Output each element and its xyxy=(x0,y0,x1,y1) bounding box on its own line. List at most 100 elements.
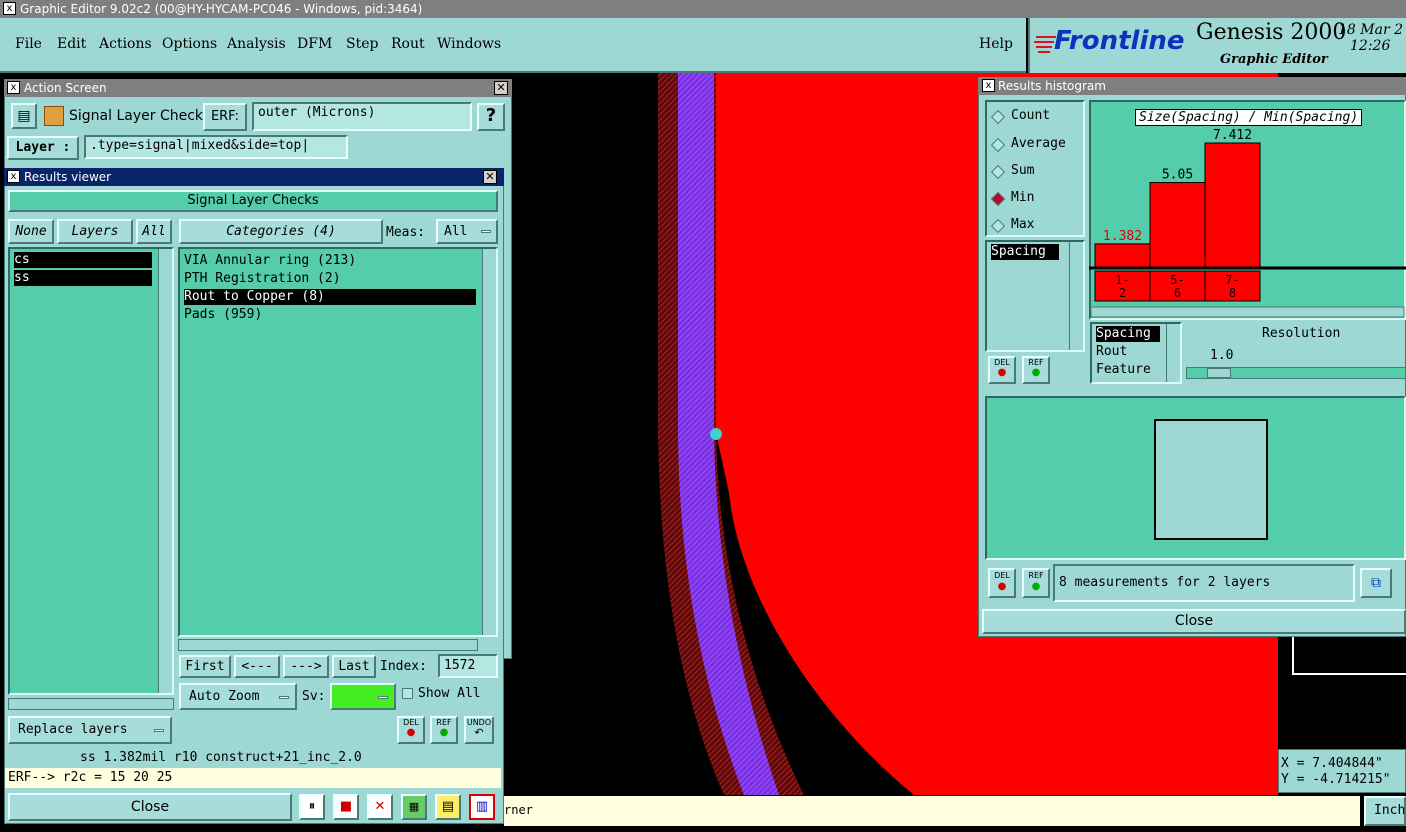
meas-select[interactable]: All xyxy=(436,219,498,244)
layer-filter-field[interactable]: .type=signal|mixed&side=top| xyxy=(84,135,348,159)
index-field[interactable]: 1572 xyxy=(438,654,498,678)
show-all-label: Show All xyxy=(418,686,481,701)
list-icon[interactable]: ▤ xyxy=(11,103,37,129)
next-button[interactable]: ---> xyxy=(283,655,329,678)
index-label: Index: xyxy=(380,659,427,674)
replace-layers-select[interactable]: Replace layers xyxy=(8,716,172,744)
sv-label: Sv: xyxy=(302,689,326,704)
menu-dfm[interactable]: DFM xyxy=(297,36,332,52)
menu-analysis[interactable]: Analysis xyxy=(227,36,286,52)
results-viewer-icon: x xyxy=(7,170,20,183)
del-button[interactable]: DEL ● xyxy=(397,716,425,744)
histogram-list-scrollbar[interactable] xyxy=(1069,242,1083,350)
categories-list[interactable]: VIA Annular ring (213) PTH Registration … xyxy=(178,247,498,637)
list-item[interactable]: Rout xyxy=(1096,344,1160,360)
histogram-preview xyxy=(985,396,1406,560)
app-title-bar: Graphic Editor 9.02c2 (00@HY-HYCAM-PC046… xyxy=(0,0,1406,18)
results-viewer-close-icon[interactable]: ✕ xyxy=(483,170,497,184)
histogram-window-icon: x xyxy=(982,79,995,92)
list-item[interactable]: Rout to Copper (8) xyxy=(184,289,476,305)
action-screen-title-bar: Action Screen xyxy=(4,79,512,97)
categories-hscrollbar[interactable] xyxy=(178,639,478,651)
mode-label[interactable]: Sum xyxy=(1011,163,1034,178)
list-item[interactable]: Spacing xyxy=(1096,326,1160,342)
mode-radio[interactable] xyxy=(990,109,1006,125)
mode-radio[interactable] xyxy=(990,137,1006,153)
menu-actions[interactable]: Actions xyxy=(99,36,152,52)
menu-rout[interactable]: Rout xyxy=(391,36,425,52)
list-item[interactable]: PTH Registration (2) xyxy=(184,271,476,287)
hist-del-button[interactable]: DEL ● xyxy=(988,356,1016,384)
results-header: Signal Layer Checks xyxy=(8,190,498,212)
menu-edit[interactable]: Edit xyxy=(57,36,86,52)
layers-button[interactable]: Layers xyxy=(57,219,133,244)
mode-radio[interactable] xyxy=(990,218,1006,234)
menu-step[interactable]: Step xyxy=(346,36,378,52)
last-button[interactable]: Last xyxy=(332,655,376,678)
list-item[interactable]: ss xyxy=(14,270,152,286)
first-button[interactable]: First xyxy=(179,655,231,678)
menu-windows[interactable]: Windows xyxy=(437,36,501,52)
sv-color-select[interactable] xyxy=(330,683,396,710)
hist-ref-button[interactable]: REF ● xyxy=(1022,356,1050,384)
ref-button[interactable]: REF ● xyxy=(430,716,458,744)
results-viewer-title: Results viewer xyxy=(24,170,112,184)
resolution-slider[interactable] xyxy=(1186,367,1406,379)
action-screen-close-button[interactable]: ✕ xyxy=(494,81,508,95)
list-item[interactable]: Feature xyxy=(1096,362,1160,378)
sub-list-scrollbar[interactable] xyxy=(1166,324,1180,382)
hist-del-button-2[interactable]: DEL ● xyxy=(988,568,1016,598)
mode-label[interactable]: Min xyxy=(1011,190,1034,205)
sub-list[interactable]: Spacing Rout Feature xyxy=(1090,322,1182,384)
product-name: Genesis 2000 xyxy=(1196,20,1347,45)
erf-line: ERF--> r2c = 15 20 25 xyxy=(5,768,501,788)
help-button[interactable]: ? xyxy=(477,103,505,131)
export-icon[interactable]: ⧉ xyxy=(1360,568,1392,598)
mode-radio-selected[interactable] xyxy=(990,191,1006,207)
histogram-layer-list[interactable]: Spacing xyxy=(985,240,1085,352)
category-tick-label: 8 xyxy=(1229,286,1236,300)
toolbar-icon-2[interactable]: ■ xyxy=(333,794,359,820)
auto-zoom-select[interactable]: Auto Zoom xyxy=(179,683,297,710)
slider-thumb[interactable] xyxy=(1207,368,1231,378)
histogram-bar[interactable] xyxy=(1204,142,1261,268)
erf-field[interactable]: outer (Microns) xyxy=(252,102,472,131)
list-item[interactable]: Pads (959) xyxy=(184,307,476,323)
list-item[interactable]: Spacing xyxy=(991,244,1059,260)
histogram-bar[interactable] xyxy=(1149,182,1206,268)
menu-file[interactable]: File xyxy=(15,36,42,52)
toolbar-icon-1[interactable]: ⏸ xyxy=(299,794,325,820)
prev-button[interactable]: <--- xyxy=(234,655,280,678)
mode-label[interactable]: Count xyxy=(1011,108,1050,123)
date-display: 18 Mar 2 xyxy=(1338,22,1403,38)
categories-scrollbar[interactable] xyxy=(482,249,496,635)
mode-label[interactable]: Average xyxy=(1011,136,1066,151)
menu-options[interactable]: Options xyxy=(162,36,217,52)
none-button[interactable]: None xyxy=(8,219,54,244)
layers-hscrollbar[interactable] xyxy=(8,698,174,710)
histogram-status: 8 measurements for 2 layers xyxy=(1053,564,1355,602)
chart-hscrollbar[interactable] xyxy=(1090,306,1405,318)
show-all-checkbox[interactable] xyxy=(402,688,413,699)
menu-help[interactable]: Help xyxy=(979,36,1013,52)
undo-button[interactable]: UNDO ↶ xyxy=(464,716,494,744)
mini-map[interactable] xyxy=(1278,637,1406,747)
toolbar-icon-5[interactable]: ▤ xyxy=(435,794,461,820)
list-item[interactable]: VIA Annular ring (213) xyxy=(184,253,476,269)
results-close-button[interactable]: Close xyxy=(8,793,292,821)
mode-label[interactable]: Max xyxy=(1011,217,1034,232)
histogram-close-button[interactable]: Close xyxy=(982,609,1406,634)
all-layers-button[interactable]: All xyxy=(136,219,172,244)
histogram-bar[interactable] xyxy=(1094,243,1151,268)
layers-scrollbar[interactable] xyxy=(158,249,172,693)
categories-button[interactable]: Categories (4) xyxy=(179,219,383,244)
hist-ref-button-2[interactable]: REF ● xyxy=(1022,568,1050,598)
toolbar-icon-3[interactable]: ✕ xyxy=(367,794,393,820)
mode-radio[interactable] xyxy=(990,164,1006,180)
layers-list[interactable]: cs ss xyxy=(8,247,174,695)
toolbar-icon-4[interactable]: ▦ xyxy=(401,794,427,820)
units-button[interactable]: Inch xyxy=(1364,796,1406,826)
ref-label: REF xyxy=(1028,358,1044,367)
list-item[interactable]: cs xyxy=(14,252,152,268)
histogram-icon[interactable]: ▥ xyxy=(469,794,495,820)
